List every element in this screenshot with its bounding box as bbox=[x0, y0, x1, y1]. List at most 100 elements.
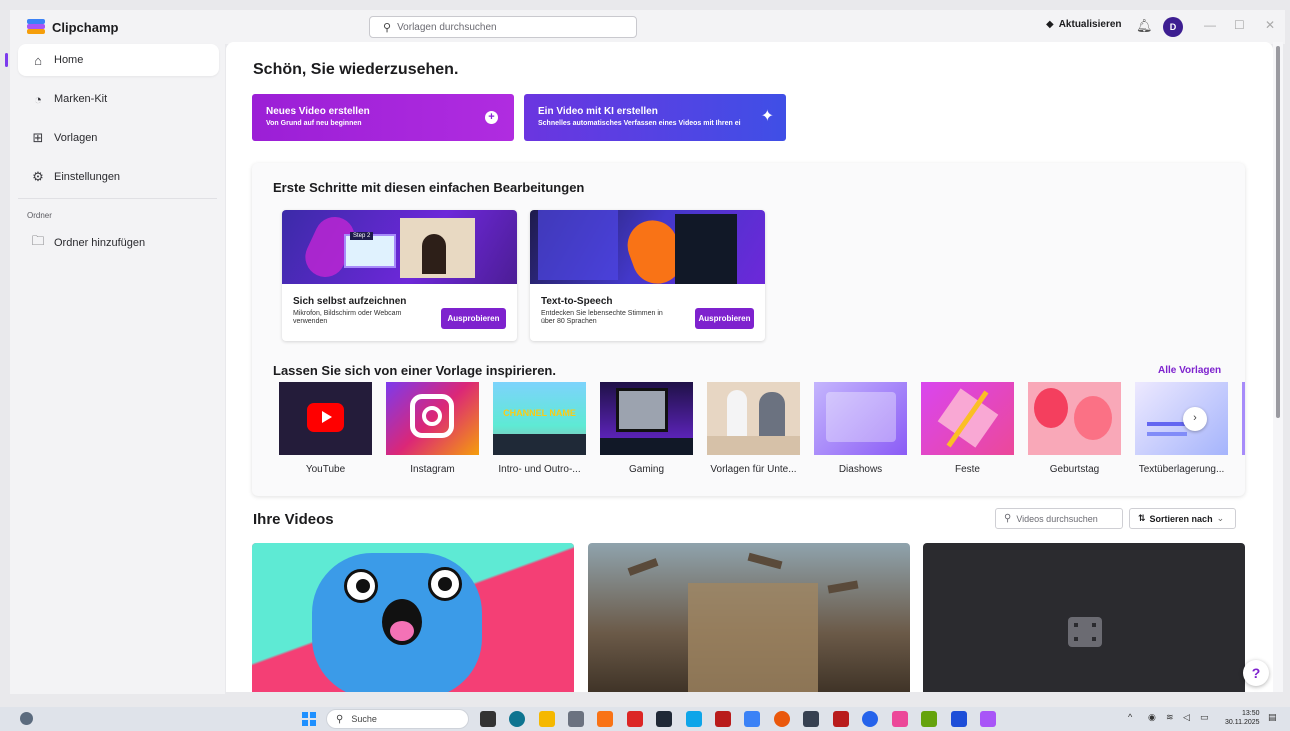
upgrade-label: Aktualisieren bbox=[1058, 19, 1122, 30]
weather-icon[interactable] bbox=[20, 712, 33, 725]
sidebar: ⌂ Home ◔ Marken-Kit ⊞ Vorlagen ⚙ Einstel… bbox=[10, 44, 225, 694]
template-search-input[interactable]: ⚲ Vorlagen durchsuchen bbox=[369, 16, 637, 38]
step-label: Step 2 bbox=[350, 232, 374, 240]
template-slideshows[interactable]: Diashows bbox=[814, 382, 907, 475]
template-label: Textüberlagerung... bbox=[1138, 464, 1225, 475]
maximize-icon[interactable]: ☐ bbox=[1234, 18, 1245, 32]
clipchamp-taskbar-icon[interactable] bbox=[980, 711, 996, 727]
scrollbar-thumb[interactable] bbox=[1276, 46, 1280, 418]
avatar[interactable]: D bbox=[1163, 17, 1183, 37]
app-icon[interactable] bbox=[892, 711, 908, 727]
app-icon[interactable] bbox=[686, 711, 702, 727]
video-card[interactable] bbox=[252, 543, 574, 692]
sidebar-item-brand-kit[interactable]: ◔ Marken-Kit bbox=[18, 83, 219, 115]
close-icon[interactable]: ✕ bbox=[1265, 18, 1275, 32]
app-icon[interactable] bbox=[656, 711, 672, 727]
sidebar-item-templates[interactable]: ⊞ Vorlagen bbox=[18, 122, 219, 154]
ai-video-button[interactable]: Ein Video mit KI erstellen Schnelles aut… bbox=[524, 94, 786, 141]
add-folder-button[interactable]: 🗀 Ordner hinzufügen bbox=[18, 227, 219, 259]
diamond-icon: ◆ bbox=[1046, 19, 1054, 30]
taskbar-search[interactable]: ⚲ Suche bbox=[326, 709, 469, 729]
sidebar-item-home[interactable]: ⌂ Home bbox=[18, 44, 219, 76]
card-title: Text-to-Speech bbox=[541, 296, 613, 307]
ai-video-title: Ein Video mit KI erstellen bbox=[538, 106, 658, 117]
template-gaming[interactable]: Gaming bbox=[600, 382, 693, 475]
section-title: Lassen Sie sich von einer Vorlage inspir… bbox=[273, 363, 556, 378]
new-video-button[interactable]: Neues Video erstellen Von Grund auf neu … bbox=[252, 94, 514, 141]
template-youtube[interactable]: YouTube bbox=[279, 382, 372, 475]
gear-icon: ⚙ bbox=[32, 169, 44, 184]
sparkle-icon: ✦ bbox=[760, 108, 774, 125]
video-card[interactable] bbox=[588, 543, 910, 692]
file-explorer-icon[interactable] bbox=[539, 711, 555, 727]
app-icon[interactable] bbox=[921, 711, 937, 727]
windows-start-icon[interactable] bbox=[302, 712, 316, 726]
network-icon[interactable]: ◉ bbox=[1148, 712, 1156, 723]
template-label: Diashows bbox=[838, 464, 883, 475]
main-content: Schön, Sie wiederzusehen. Neues Video er… bbox=[226, 42, 1273, 692]
search-icon: ⚲ bbox=[1004, 513, 1012, 524]
help-button[interactable]: ? bbox=[1243, 660, 1269, 686]
audio-app-icon[interactable] bbox=[568, 711, 584, 727]
app-icon[interactable] bbox=[803, 711, 819, 727]
template-celebrations[interactable]: Feste bbox=[921, 382, 1014, 475]
sidebar-item-label: Marken-Kit bbox=[54, 93, 108, 105]
headphones-icon[interactable] bbox=[951, 711, 967, 727]
minimize-icon[interactable]: — bbox=[1204, 18, 1216, 32]
clipchamp-logo-icon bbox=[27, 19, 45, 35]
new-video-subtitle: Von Grund auf neu beginnen bbox=[266, 120, 362, 127]
clock-time: 13:50 bbox=[1241, 710, 1260, 717]
template-thumbnail bbox=[921, 382, 1014, 455]
carousel-next-button[interactable]: › bbox=[1183, 407, 1207, 431]
clock[interactable]: 13:50 30.11.2025 bbox=[1225, 709, 1260, 727]
template-thumbnail bbox=[707, 382, 800, 455]
try-tts-button[interactable]: Ausprobieren bbox=[695, 308, 754, 329]
getting-started-panel: Erste Schritte mit diesen einfachen Bear… bbox=[252, 163, 1245, 496]
firefox-icon[interactable] bbox=[774, 711, 790, 727]
template-thumbnail bbox=[1135, 382, 1228, 455]
notification-icon[interactable]: ▤ bbox=[1268, 712, 1277, 723]
app-icon[interactable] bbox=[715, 711, 731, 727]
sort-dropdown[interactable]: ⇅ Sortieren nach ⌄ bbox=[1129, 508, 1236, 529]
task-view-icon[interactable] bbox=[480, 711, 496, 727]
app-icon[interactable] bbox=[862, 711, 878, 727]
template-business[interactable]: Vorlagen für Unte... bbox=[707, 382, 800, 475]
sidebar-item-settings[interactable]: ⚙ Einstellungen bbox=[18, 161, 219, 193]
scrollbar[interactable] bbox=[1273, 42, 1283, 692]
video-search-input[interactable]: ⚲ Videos durchsuchen bbox=[995, 508, 1123, 529]
all-templates-link[interactable]: Alle Vorlagen bbox=[1158, 365, 1221, 376]
chevron-up-icon[interactable]: ^ bbox=[1128, 712, 1132, 722]
template-thumbnail bbox=[386, 382, 479, 455]
sidebar-section-label: Ordner bbox=[27, 211, 52, 220]
video-card[interactable] bbox=[923, 543, 1245, 692]
folder-add-icon: 🗀 bbox=[31, 233, 45, 248]
card-description: Entdecken Sie lebensechte Stimmen in übe… bbox=[541, 310, 663, 325]
sidebar-divider bbox=[18, 198, 217, 199]
upgrade-button[interactable]: ◆ Aktualisieren bbox=[1046, 19, 1122, 30]
text-to-speech-card[interactable]: Text-to-Speech Entdecken Sie lebensechte… bbox=[530, 210, 765, 341]
try-record-button[interactable]: Ausprobieren bbox=[441, 308, 506, 329]
volume-icon[interactable]: ◁ bbox=[1183, 712, 1190, 723]
template-intro-outro[interactable]: CHANNEL NAME Intro- und Outro-... bbox=[493, 382, 586, 475]
new-video-title: Neues Video erstellen bbox=[266, 106, 370, 117]
template-text-overlay[interactable]: Textüberlagerung... bbox=[1135, 382, 1228, 475]
card-title: Sich selbst aufzeichnen bbox=[293, 296, 407, 307]
sidebar-item-label: Home bbox=[54, 54, 84, 66]
page-title: Schön, Sie wiederzusehen. bbox=[253, 61, 459, 78]
bell-icon[interactable]: 🔔︎ bbox=[1136, 18, 1153, 34]
template-thumbnail bbox=[1028, 382, 1121, 455]
taskbar-search-label: Suche bbox=[351, 714, 377, 724]
app-icon[interactable] bbox=[744, 711, 760, 727]
template-birthday[interactable]: Geburtstag bbox=[1028, 382, 1121, 475]
app-icon[interactable] bbox=[627, 711, 643, 727]
battery-icon[interactable]: ▭ bbox=[1200, 712, 1209, 723]
vlc-icon[interactable] bbox=[597, 711, 613, 727]
card-description: Mikrofon, Bildschirm oder Webcam verwend… bbox=[293, 310, 402, 325]
edge-icon[interactable] bbox=[509, 711, 525, 727]
template-peek bbox=[1242, 382, 1245, 455]
record-yourself-card[interactable]: Step 2 Sich selbst aufzeichnen Mikrofon,… bbox=[282, 210, 517, 341]
wifi-icon[interactable]: ≋ bbox=[1166, 712, 1174, 723]
template-instagram[interactable]: Instagram bbox=[386, 382, 479, 475]
template-label: Instagram bbox=[410, 464, 455, 475]
filezilla-icon[interactable] bbox=[833, 711, 849, 727]
